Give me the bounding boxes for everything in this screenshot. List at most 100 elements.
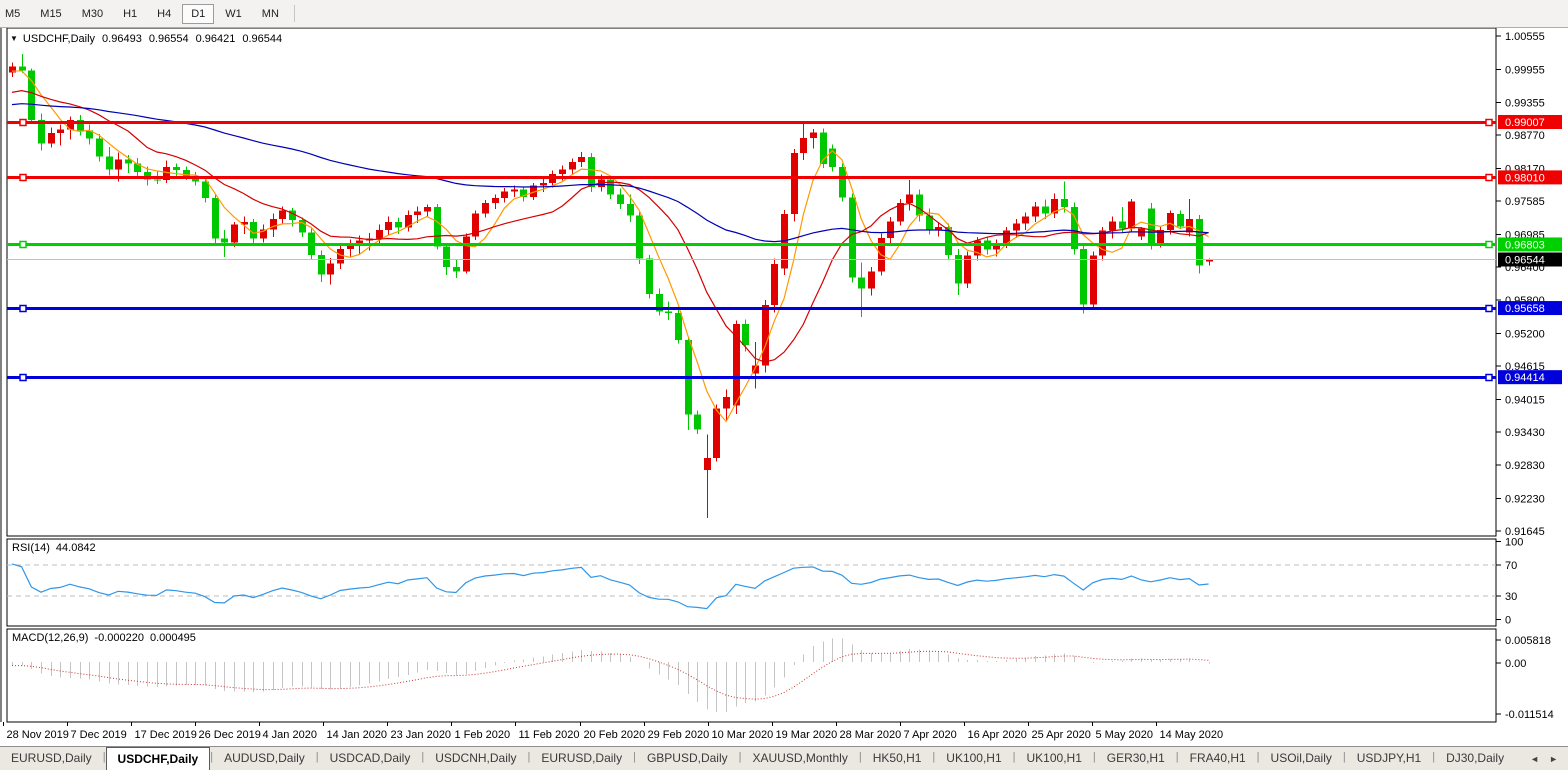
timeframe-buttons: M5M15M30H1H4D1W1MN <box>0 4 300 24</box>
svg-text:17 Dec 2019: 17 Dec 2019 <box>135 729 197 741</box>
timeframe-button-M15[interactable]: M15 <box>31 4 70 24</box>
chart-tab-GBPUSD-Daily[interactable]: GBPUSD,Daily <box>636 747 739 770</box>
svg-text:0.99007: 0.99007 <box>1505 117 1545 129</box>
ohlc-low: 0.96421 <box>196 33 236 45</box>
macd-label: MACD(12,26,9) <box>12 632 88 644</box>
chart-tab-USDJPY-H1[interactable]: USDJPY,H1 <box>1346 747 1432 770</box>
svg-text:0.92830: 0.92830 <box>1505 460 1545 472</box>
svg-text:0.005818: 0.005818 <box>1505 635 1551 647</box>
svg-text:0.99955: 0.99955 <box>1505 64 1545 76</box>
svg-text:14 May 2020: 14 May 2020 <box>1160 729 1224 741</box>
chart-tab-XAUUSD-Monthly[interactable]: XAUUSD,Monthly <box>741 747 858 770</box>
macd-indicator-label: MACD(12,26,9) -0.000220 0.000495 <box>12 632 202 644</box>
chart-tab-DJ30-Daily[interactable]: DJ30,Daily <box>1435 747 1515 770</box>
chart-tabs-bar: EURUSD,Daily|USDCHF,Daily|AUDUSD,Daily|U… <box>0 746 1568 770</box>
rsi-label: RSI(14) <box>12 542 50 554</box>
svg-text:0.98770: 0.98770 <box>1505 130 1545 142</box>
chart-tab-USDCAD-Daily[interactable]: USDCAD,Daily <box>319 747 422 770</box>
ma-line-medium <box>12 91 1209 362</box>
svg-text:5 May 2020: 5 May 2020 <box>1096 729 1153 741</box>
svg-text:0.95658: 0.95658 <box>1505 303 1545 315</box>
ohlc-high: 0.96554 <box>149 33 189 45</box>
svg-text:0.98010: 0.98010 <box>1505 172 1545 184</box>
chart-tab-UK100-H1[interactable]: UK100,H1 <box>1016 747 1093 770</box>
svg-text:30: 30 <box>1505 591 1517 603</box>
svg-text:0.95200: 0.95200 <box>1505 329 1545 341</box>
svg-text:0.00: 0.00 <box>1505 658 1526 670</box>
timeframe-button-H1[interactable]: H1 <box>114 4 146 24</box>
svg-text:10 Mar 2020: 10 Mar 2020 <box>712 729 774 741</box>
rsi-axis: 100 70 30 0 <box>1496 537 1523 627</box>
chart-tab-USOil-Daily[interactable]: USOil,Daily <box>1260 747 1343 770</box>
ohlc-close: 0.96544 <box>242 33 282 45</box>
svg-text:-0.011514: -0.011514 <box>1505 709 1554 721</box>
hline-handle[interactable] <box>1486 375 1492 381</box>
svg-text:16 Apr 2020: 16 Apr 2020 <box>968 729 1027 741</box>
svg-text:11 Feb 2020: 11 Feb 2020 <box>519 729 580 741</box>
chart-tab-HK50-H1[interactable]: HK50,H1 <box>862 747 933 770</box>
macd-value: -0.000220 <box>94 632 144 644</box>
chart-tab-EURUSD-Daily[interactable]: EURUSD,Daily <box>530 747 633 770</box>
chart-symbol-label: USDCHF,Daily <box>23 33 95 45</box>
macd-signal-value: 0.000495 <box>150 632 196 644</box>
tab-scroll-right-icon[interactable]: ► <box>1549 754 1558 764</box>
svg-text:0.93430: 0.93430 <box>1505 427 1545 439</box>
hline-handle[interactable] <box>20 120 26 126</box>
hline-handle[interactable] <box>1486 120 1492 126</box>
svg-text:0.94015: 0.94015 <box>1505 394 1545 406</box>
svg-text:7 Dec 2019: 7 Dec 2019 <box>71 729 127 741</box>
ohlc-open: 0.96493 <box>102 33 142 45</box>
svg-text:19 Mar 2020: 19 Mar 2020 <box>776 729 838 741</box>
timeframe-button-H4[interactable]: H4 <box>148 4 180 24</box>
date-axis: 28 Nov 20197 Dec 2019 17 Dec 201926 Dec 2… <box>4 722 1224 741</box>
hline-handle[interactable] <box>20 306 26 312</box>
chart-tab-GER30-H1[interactable]: GER30,H1 <box>1096 747 1176 770</box>
chart-tab-UK100-H1[interactable]: UK100,H1 <box>935 747 1012 770</box>
svg-text:100: 100 <box>1505 537 1523 549</box>
svg-text:20 Feb 2020: 20 Feb 2020 <box>584 729 646 741</box>
svg-text:0.96803: 0.96803 <box>1505 239 1545 251</box>
hline-0.99007[interactable] <box>7 120 1496 126</box>
svg-text:0.96544: 0.96544 <box>1505 255 1545 267</box>
chart-tab-FRA40-H1[interactable]: FRA40,H1 <box>1179 747 1257 770</box>
tab-scroll-arrows: ◄► <box>1530 747 1568 770</box>
chart-canvas[interactable]: 1.005550.999550.993550.987700.981700.975… <box>0 0 1568 770</box>
timeframe-button-M5[interactable]: M5 <box>0 4 29 24</box>
svg-text:70: 70 <box>1505 560 1517 572</box>
tab-scroll-left-icon[interactable]: ◄ <box>1530 754 1539 764</box>
hline-handle[interactable] <box>1486 242 1492 248</box>
timeframe-button-M30[interactable]: M30 <box>73 4 112 24</box>
timeframe-button-W1[interactable]: W1 <box>216 4 251 24</box>
hline-handle[interactable] <box>1486 306 1492 312</box>
svg-text:4 Jan 2020: 4 Jan 2020 <box>263 729 317 741</box>
hline-handle[interactable] <box>1486 175 1492 181</box>
mt4-window: M5M15M30H1H4D1W1MN 1.005550.999550.99355… <box>0 0 1568 770</box>
timeframe-button-D1[interactable]: D1 <box>182 4 214 24</box>
chart-dropdown-icon[interactable]: ▼ <box>10 34 18 43</box>
svg-text:28 Nov 2019: 28 Nov 2019 <box>7 729 69 741</box>
chart-tab-EURUSD-Daily[interactable]: EURUSD,Daily <box>0 747 103 770</box>
hline-handle[interactable] <box>20 242 26 248</box>
panel-frames <box>1 28 1496 722</box>
svg-text:0.92230: 0.92230 <box>1505 494 1545 506</box>
svg-text:25 Apr 2020: 25 Apr 2020 <box>1032 729 1091 741</box>
timeframe-button-MN[interactable]: MN <box>253 4 288 24</box>
svg-text:1.00555: 1.00555 <box>1505 31 1545 43</box>
hline-0.95658[interactable] <box>7 306 1496 312</box>
svg-text:0: 0 <box>1505 614 1511 626</box>
chart-tab-USDCHF-Daily[interactable]: USDCHF,Daily <box>106 747 211 770</box>
hline-handle[interactable] <box>20 375 26 381</box>
chart-tab-AUDUSD-Daily[interactable]: AUDUSD,Daily <box>213 747 316 770</box>
rsi-value: 44.0842 <box>56 542 96 554</box>
hline-0.98010[interactable] <box>7 175 1496 181</box>
macd-axis: 0.005818 0.00 -0.011514 <box>1496 635 1554 721</box>
hline-handle[interactable] <box>20 175 26 181</box>
chart-title: ▼ USDCHF,Daily 0.96493 0.96554 0.96421 0.9654… <box>10 33 289 45</box>
svg-text:1 Feb 2020: 1 Feb 2020 <box>455 729 511 741</box>
svg-text:0.94414: 0.94414 <box>1505 372 1545 384</box>
chart-tab-USDCNH-Daily[interactable]: USDCNH,Daily <box>424 747 527 770</box>
rsi-line <box>12 564 1209 609</box>
svg-text:26 Dec 2019: 26 Dec 2019 <box>199 729 261 741</box>
svg-text:29 Feb 2020: 29 Feb 2020 <box>648 729 710 741</box>
hline-0.96803[interactable] <box>7 242 1496 248</box>
